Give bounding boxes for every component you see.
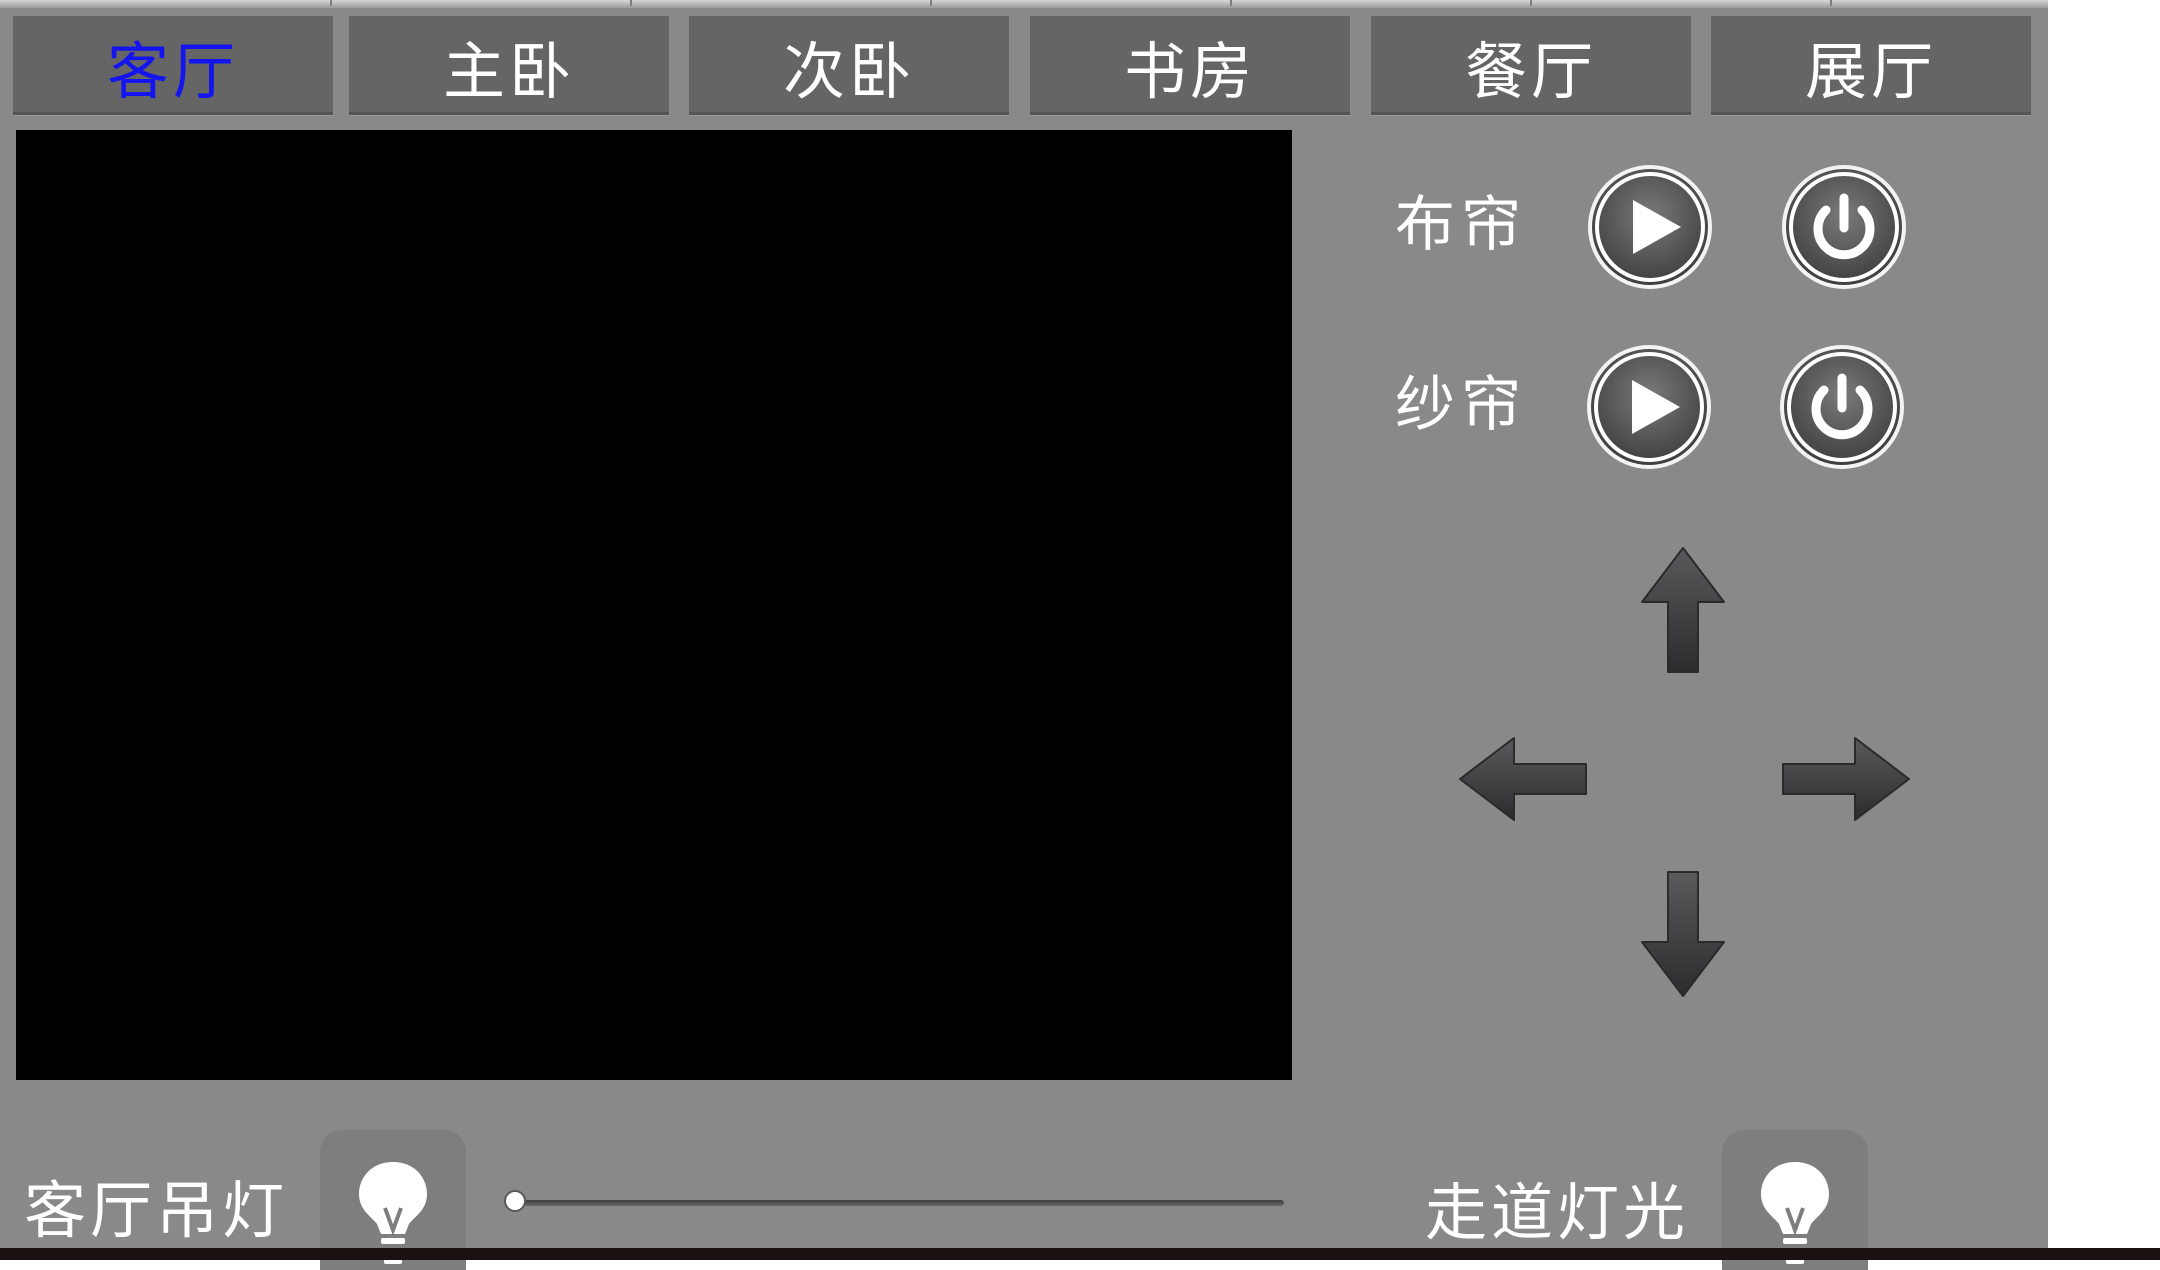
pan-up-button[interactable]: [1640, 546, 1726, 682]
tab-second-bedroom[interactable]: 次卧: [689, 16, 1009, 115]
arrow-left-icon: [1459, 737, 1587, 821]
power-icon: [1780, 345, 1904, 469]
top-edge-segment: [330, 0, 632, 6]
pan-right-button[interactable]: [1779, 736, 1911, 826]
top-window-edge: [0, 0, 2048, 8]
top-edge-segment: [0, 0, 332, 6]
cloth-curtain-open-button[interactable]: [1585, 162, 1715, 292]
control-panel: 客厅 主卧 次卧 书房 餐厅 展厅 布帘 纱帘 客厅吊灯 走道灯光: [0, 8, 2048, 1270]
arrow-right-icon: [1782, 737, 1910, 821]
top-edge-segment: [1230, 0, 1532, 6]
slider-thumb[interactable]: [504, 1190, 526, 1212]
camera-video-feed: [16, 130, 1292, 1080]
chandelier-label: 客厅吊灯: [24, 1174, 289, 1247]
tab-living-room[interactable]: 客厅: [13, 16, 333, 115]
arrow-up-icon: [1641, 547, 1725, 673]
pan-down-button[interactable]: [1640, 866, 1726, 1002]
tab-master-bedroom[interactable]: 主卧: [349, 16, 669, 115]
top-edge-segment: [930, 0, 1232, 6]
sheer-curtain-power-button[interactable]: [1777, 342, 1907, 472]
cloth-curtain-label: 布帘: [1395, 190, 1527, 260]
play-icon: [1588, 165, 1712, 289]
bottom-window-edge: [0, 1248, 2160, 1260]
top-edge-segment: [630, 0, 932, 6]
top-edge-segment: [1530, 0, 1832, 6]
pan-left-button[interactable]: [1458, 736, 1590, 826]
tab-study[interactable]: 书房: [1030, 16, 1350, 115]
tab-showroom[interactable]: 展厅: [1711, 16, 2031, 115]
sheer-curtain-label: 纱帘: [1395, 370, 1527, 440]
tab-dining-room[interactable]: 餐厅: [1371, 16, 1691, 115]
corridor-light-label: 走道灯光: [1425, 1176, 1690, 1249]
sheer-curtain-open-button[interactable]: [1584, 342, 1714, 472]
slider-track: [514, 1200, 1284, 1206]
arrow-down-icon: [1641, 871, 1725, 997]
cloth-curtain-power-button[interactable]: [1779, 162, 1909, 292]
chandelier-brightness-slider[interactable]: [504, 1188, 1284, 1218]
power-icon: [1782, 165, 1906, 289]
play-icon: [1587, 345, 1711, 469]
